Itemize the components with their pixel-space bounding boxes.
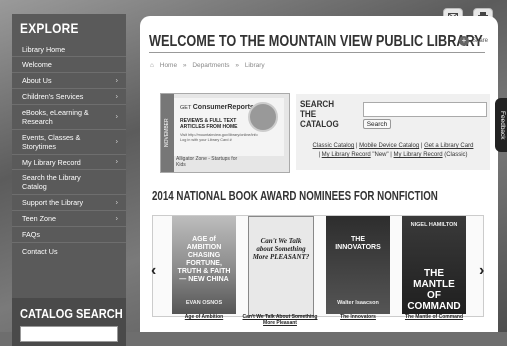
my-library-record-link[interactable]: My Library Record	[322, 152, 371, 158]
promo-get: GET	[180, 105, 192, 111]
book-cover[interactable]: AGE of AMBITION CHASING FORTUNE, TRUTH &…	[172, 216, 236, 314]
book-cover-title: THE MANTLE OF COMMAND	[407, 268, 461, 312]
chevron-right-icon: ›	[115, 93, 118, 100]
sidebar-item-label: Children's Services	[22, 92, 84, 101]
chevron-right-icon: ›	[115, 113, 118, 121]
chevron-right-icon: ›	[115, 199, 118, 206]
classic-catalog-link[interactable]: Classic Catalog	[313, 143, 355, 149]
chevron-right-icon: ›	[115, 138, 118, 146]
sidebar-item-label: My Library Record	[22, 157, 81, 167]
promo-reviews-line2: ARTICLES FROM HOME	[180, 124, 238, 130]
sidebar-item-label: eBooks, eLearning & Research	[22, 108, 89, 126]
plus-icon: +	[458, 36, 469, 46]
search-catalog-panel: SEARCH THE CATALOG Search Classic Catalo…	[296, 94, 490, 170]
sidebar-item-label: Library Home	[22, 44, 66, 54]
main-content: WELCOME TO THE MOUNTAIN VIEW PUBLIC LIBR…	[140, 16, 498, 332]
promo-brand: ConsumerReports	[192, 104, 254, 111]
page-title: WELCOME TO THE MOUNTAIN VIEW PUBLIC LIBR…	[149, 33, 483, 50]
book-cover[interactable]: THE INNOVATORS Walter Isaacson	[326, 216, 390, 314]
my-library-record-classic-link[interactable]: My Library Record	[394, 152, 443, 158]
book-cover-title: Can't We Talk about Something More PLEAS…	[252, 237, 310, 261]
sidebar-item-support[interactable]: Support the Library ›	[12, 195, 126, 211]
catalog-search-panel: CATALOG SEARCH	[12, 298, 126, 346]
carousel-prev-button[interactable]: ‹	[151, 262, 156, 280]
chevron-right-icon: ›	[115, 158, 118, 166]
book-cover-title: THE INNOVATORS	[335, 236, 381, 251]
sidebar-item-childrens-services[interactable]: Children's Services ›	[12, 89, 126, 105]
book-caption-link[interactable]: The Mantle of Command	[394, 314, 474, 320]
book-cover[interactable]: THE MANTLE OF COMMAND NIGEL HAMILTON	[402, 216, 466, 314]
promo-reviews: REVIEWS & FULL TEXT ARTICLES FROM HOME	[180, 118, 238, 130]
chevron-right-icon: ›	[115, 77, 118, 84]
sidebar-item-welcome[interactable]: Welcome	[12, 57, 126, 73]
feedback-tab[interactable]: Feedback	[495, 98, 507, 152]
chevron-right-icon: ›	[115, 215, 118, 222]
consumer-reports-promo[interactable]: NOVEMBER GET ConsumerReports REVIEWS & F…	[160, 93, 290, 173]
sidebar-item-label: Contact Us	[22, 246, 58, 256]
promo-logo: GET ConsumerReports	[180, 104, 254, 112]
sidebar-title: EXPLORE	[20, 20, 79, 36]
sidebar-item-faqs[interactable]: FAQs	[12, 227, 126, 243]
sidebar: EXPLORE Library Home Welcome About Us › C…	[12, 14, 126, 346]
search-catalog-title: SEARCH THE CATALOG	[300, 99, 339, 130]
breadcrumb-library: Library	[244, 62, 265, 69]
search-button[interactable]: Search	[363, 119, 391, 129]
sidebar-item-search-catalog[interactable]: Search the Library Catalog	[12, 170, 126, 195]
share-button[interactable]: + Share	[458, 36, 488, 46]
sidebar-item-label: Search the Library Catalog	[22, 173, 81, 191]
promo-ad: GET ConsumerReports REVIEWS & FULL TEXT …	[174, 98, 284, 156]
catalog-links: Classic Catalog | Mobile Device Catalog …	[300, 142, 486, 160]
sidebar-item-events[interactable]: Events, Classes & Storytimes ›	[12, 130, 126, 155]
promo-url: Visit http://mountainview.gov/library/on…	[180, 133, 258, 143]
search-input[interactable]	[363, 102, 487, 117]
book-cover-author: EVAN OSNOS	[185, 300, 223, 306]
sidebar-item-label: About Us	[22, 76, 52, 85]
carousel-next-button[interactable]: ›	[479, 262, 484, 280]
breadcrumb-separator: »	[182, 62, 187, 69]
sidebar-item-label: Welcome	[22, 60, 52, 69]
sidebar-item-label: Support the Library	[22, 198, 84, 207]
share-label: Share	[471, 38, 488, 44]
book-caption-link[interactable]: Age of Ambition	[164, 314, 244, 320]
title-divider	[149, 52, 485, 53]
book-cover-title: AGE of AMBITION CHASING FORTUNE, TRUTH &…	[177, 236, 231, 283]
book-caption-link[interactable]: The Innovators	[318, 314, 398, 320]
sidebar-item-teen-zone[interactable]: Teen Zone ›	[12, 211, 126, 227]
get-library-card-link[interactable]: Get a Library Card	[424, 143, 473, 149]
promo-side-label: NOVEMBER	[161, 94, 174, 172]
promo-url-line2: Log in with your Library Card #	[180, 138, 232, 142]
book-cover-author: Walter Isaacson	[337, 300, 379, 306]
catalog-search-input[interactable]	[20, 326, 118, 342]
promo-seal-icon	[248, 102, 278, 132]
breadcrumb-departments[interactable]: Departments	[192, 62, 229, 69]
breadcrumb: ⌂ Home » Departments » Library	[150, 62, 269, 69]
sidebar-item-label: FAQs	[22, 230, 40, 239]
sidebar-item-contact-us[interactable]: Contact Us	[12, 243, 126, 259]
home-icon: ⌂	[150, 62, 154, 69]
breadcrumb-home[interactable]: Home	[160, 62, 177, 69]
book-cover-author: NIGEL HAMILTON	[410, 222, 458, 228]
promo-caption-line2: Kids	[176, 162, 186, 168]
sidebar-item-about-us[interactable]: About Us ›	[12, 73, 126, 89]
breadcrumb-separator: »	[235, 62, 239, 69]
book-cover[interactable]: Can't We Talk about Something More PLEAS…	[248, 216, 314, 316]
catalog-search-title: CATALOG SEARCH	[20, 306, 123, 321]
book-caption-link[interactable]: Can't We Talk About Something More Pleas…	[240, 314, 320, 326]
classic-suffix: (Classic)	[442, 152, 468, 158]
sidebar-item-library-home[interactable]: Library Home	[12, 42, 126, 57]
sidebar-item-label: Teen Zone	[22, 214, 56, 223]
sidebar-item-ebooks[interactable]: eBooks, eLearning & Research ›	[12, 105, 126, 130]
sidebar-item-my-library-record[interactable]: My Library Record ›	[12, 155, 126, 170]
sidebar-item-label: Events, Classes & Storytimes	[22, 133, 81, 151]
new-tag: "New"	[370, 152, 391, 158]
mobile-catalog-link[interactable]: Mobile Device Catalog	[359, 143, 419, 149]
promo-caption: Alligator Zone - Startups for Kids	[176, 156, 237, 168]
books-heading: 2014 NATIONAL BOOK AWARD NOMINEES FOR NO…	[152, 189, 438, 203]
sidebar-nav: Library Home Welcome About Us › Children'…	[12, 42, 126, 259]
